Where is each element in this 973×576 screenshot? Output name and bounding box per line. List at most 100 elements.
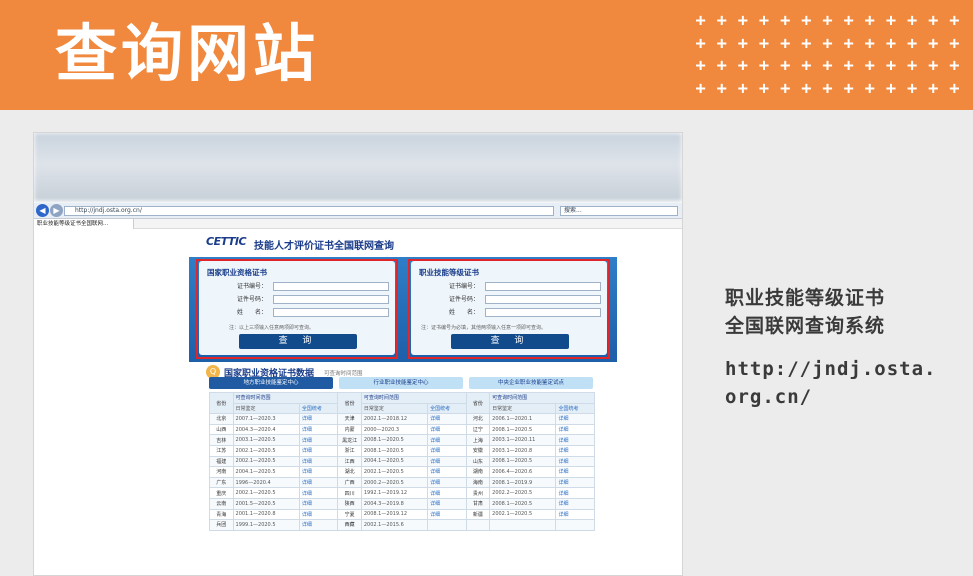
table-row: 山西 2004.3—2020.4 详细 内蒙 2000—2020.3 详细 辽宁 2008.1… bbox=[209, 423, 595, 436]
detail-link[interactable]: 详细 bbox=[555, 455, 595, 468]
tab-industry-centers[interactable]: 行业职业技能鉴定中心 bbox=[339, 377, 463, 389]
province-cell: 西藏 bbox=[337, 519, 362, 531]
date-range-cell: 1992.1—2019.12 bbox=[360, 487, 429, 499]
plus-mark: + bbox=[737, 56, 748, 76]
plus-mark: + bbox=[843, 56, 854, 76]
plus-mark: + bbox=[928, 56, 939, 76]
plus-mark: + bbox=[695, 56, 706, 76]
plus-mark: + bbox=[906, 33, 918, 54]
detail-link[interactable]: 详细 bbox=[427, 423, 467, 436]
date-range-cell bbox=[489, 519, 557, 531]
detail-link[interactable]: 详细 bbox=[427, 455, 467, 468]
detail-link[interactable]: 详细 bbox=[298, 444, 339, 457]
url-line: org.cn/ bbox=[725, 386, 813, 408]
table-row: 云南 2001.5—2020.5 详细 陕西 2004.3—2019.8 详细 甘肃 2008… bbox=[209, 497, 595, 510]
back-arrow-icon[interactable]: ◀ bbox=[36, 204, 49, 217]
province-cell: 上海 bbox=[465, 434, 491, 446]
forward-arrow-icon[interactable]: ▶ bbox=[50, 204, 63, 217]
plus-mark: + bbox=[885, 78, 897, 99]
plus-mark: + bbox=[716, 78, 727, 99]
detail-link[interactable]: 详细 bbox=[298, 476, 339, 489]
browser-search-field[interactable]: 搜索... bbox=[560, 206, 678, 216]
detail-link[interactable]: 详细 bbox=[298, 413, 339, 425]
province-cell: 云南 bbox=[209, 497, 234, 510]
tab-central-enterprise[interactable]: 中央企业职业技能鉴定试点 bbox=[469, 377, 593, 389]
province-cell: 山西 bbox=[209, 423, 234, 436]
site-header: CETTIC 技能人才评价证书全国联网查询 bbox=[206, 233, 506, 253]
plus-mark: + bbox=[780, 11, 791, 31]
plus-mark: + bbox=[716, 11, 727, 31]
detail-link[interactable]: 详细 bbox=[555, 444, 595, 457]
date-range-cell: 2000.2—2020.5 bbox=[360, 476, 429, 489]
center-tabs: 地方职业技能鉴定中心 行业职业技能鉴定中心 中央企业职业技能鉴定试点 bbox=[209, 377, 629, 389]
date-range-cell: 2008.1—2020.5 bbox=[489, 497, 557, 510]
date-range-cell: 2002.1—2015.6 bbox=[360, 519, 429, 531]
url-line: http://jndj.osta. bbox=[725, 358, 937, 380]
table-header-province: 省份 bbox=[465, 391, 491, 415]
detail-link[interactable]: 详细 bbox=[427, 476, 467, 489]
date-range-cell: 2008.1—2019.12 bbox=[360, 508, 429, 521]
plus-mark: + bbox=[716, 56, 727, 76]
table-row: 兵团 1999.1—2020.5 详细 西藏 2002.1—2015.6 bbox=[209, 519, 595, 531]
detail-link[interactable]: 详细 bbox=[555, 423, 595, 436]
highlight-box bbox=[408, 259, 610, 359]
detail-link[interactable]: 详细 bbox=[298, 455, 339, 468]
database-subtitle: 可查询时间范围 bbox=[324, 371, 363, 377]
date-range-cell: 2008.1—2020.5 bbox=[489, 455, 557, 468]
browser-tab[interactable]: 职业技能等级证书全国联网... bbox=[34, 219, 134, 229]
detail-link[interactable]: 详细 bbox=[555, 487, 595, 499]
date-range-cell: 2004.1—2020.5 bbox=[232, 466, 300, 478]
detail-link[interactable]: 详细 bbox=[427, 508, 467, 521]
table-row: 青海 2001.1—2020.8 详细 宁夏 2008.1—2019.12 详细 新疆 200… bbox=[209, 508, 595, 521]
url-field[interactable]: http://jndj.osta.org.cn/ bbox=[64, 206, 554, 216]
province-cell: 陕西 bbox=[337, 497, 362, 510]
detail-link[interactable]: 详细 bbox=[427, 466, 467, 478]
tab-local-centers[interactable]: 地方职业技能鉴定中心 bbox=[209, 377, 333, 389]
plus-mark: + bbox=[780, 78, 791, 99]
highlight-box bbox=[196, 259, 398, 359]
date-range-cell: 2002.1—2020.5 bbox=[360, 466, 429, 478]
detail-link[interactable]: 详细 bbox=[555, 476, 595, 489]
plus-mark: + bbox=[737, 33, 748, 54]
detail-link[interactable]: 详细 bbox=[555, 466, 595, 478]
detail-link[interactable]: 详细 bbox=[555, 434, 595, 446]
detail-link[interactable]: 详细 bbox=[298, 497, 339, 510]
province-cell: 新疆 bbox=[465, 508, 491, 521]
detail-link[interactable]: 详细 bbox=[427, 497, 467, 510]
plus-mark: + bbox=[801, 11, 812, 31]
detail-link[interactable]: 详细 bbox=[427, 444, 467, 457]
table-row: 江苏 2002.1—2020.5 详细 浙江 2008.1—2020.5 详细 安徽 2003… bbox=[209, 444, 595, 457]
table-row: 吉林 2003.1—2020.5 详细 黑龙江 2008.1—2020.5 详细 上海 200… bbox=[209, 434, 595, 446]
plus-mark: + bbox=[885, 11, 897, 31]
table-header-province: 省份 bbox=[209, 391, 234, 415]
detail-link[interactable]: 详细 bbox=[298, 519, 339, 531]
detail-link[interactable]: 详细 bbox=[427, 413, 467, 425]
date-range-cell: 2000—2020.3 bbox=[360, 423, 429, 436]
plus-mark: + bbox=[822, 11, 833, 31]
detail-link[interactable]: 详细 bbox=[555, 413, 595, 425]
province-cell: 吉林 bbox=[209, 434, 234, 446]
province-cell: 黑龙江 bbox=[337, 434, 362, 446]
province-cell: 山东 bbox=[465, 455, 491, 468]
plus-mark: + bbox=[822, 56, 833, 76]
province-cell bbox=[465, 519, 491, 531]
description-line: 全国联网查询系统 bbox=[725, 315, 886, 337]
detail-link[interactable]: 详细 bbox=[427, 487, 467, 499]
plus-mark: + bbox=[758, 56, 770, 76]
detail-link[interactable]: 详细 bbox=[298, 466, 339, 478]
date-range-cell: 2001.1—2020.8 bbox=[232, 508, 300, 521]
province-cell: 内蒙 bbox=[337, 423, 362, 436]
detail-link[interactable]: 详细 bbox=[298, 423, 339, 436]
table-header-national: 全国统考 bbox=[427, 402, 467, 415]
detail-link[interactable]: 详细 bbox=[298, 434, 339, 446]
detail-link[interactable]: 详细 bbox=[427, 434, 467, 446]
table-header-range: 可查询时间范围 bbox=[232, 392, 339, 404]
detail-link[interactable]: 详细 bbox=[555, 508, 595, 521]
date-range-cell: 2007.1—2020.3 bbox=[232, 413, 300, 425]
table-header-province: 省份 bbox=[337, 391, 362, 415]
plus-mark: + bbox=[928, 11, 939, 31]
detail-link[interactable]: 详细 bbox=[555, 497, 595, 510]
detail-link[interactable]: 详细 bbox=[298, 508, 339, 521]
detail-link[interactable]: 详细 bbox=[298, 487, 339, 499]
plus-mark: + bbox=[737, 78, 748, 99]
